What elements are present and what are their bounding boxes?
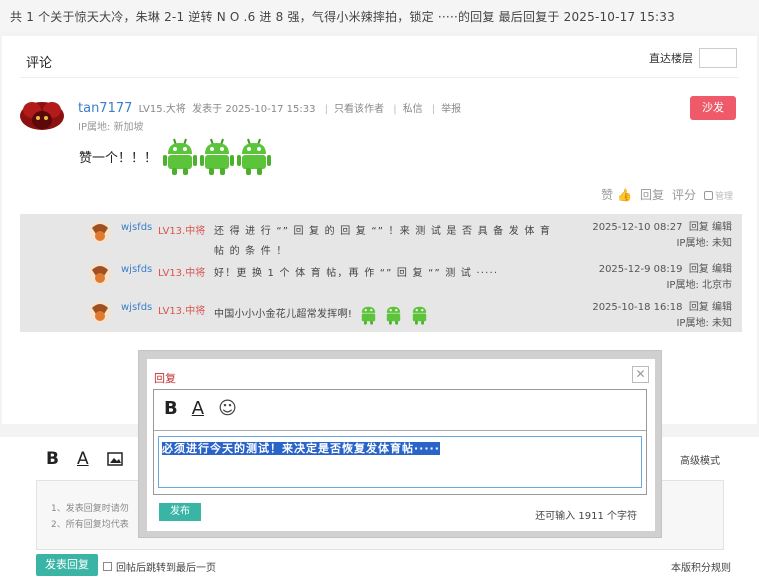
points-rules-link[interactable]: 本版积分规则 xyxy=(671,559,731,574)
reply-user[interactable]: wjsfds xyxy=(121,264,152,275)
poster-level: LV15.大将 xyxy=(138,104,186,115)
reply-level: LV13.中将 xyxy=(158,306,206,317)
reply-reply-link[interactable]: 回复 xyxy=(689,264,709,275)
reply-button[interactable]: 回复 xyxy=(640,186,664,203)
thread-summary: 共 1 个关于惊天大冷，朱琳 2-1 逆转 N O .6 进 8 强，气得小米辣… xyxy=(10,10,675,24)
private-message-link[interactable]: 私信 xyxy=(403,104,423,115)
reply-meta: 2025-10-18 16:18 回复 编辑 IP属地: 未知 xyxy=(592,300,732,332)
reply-avatar[interactable] xyxy=(86,220,114,244)
bold-icon[interactable]: B xyxy=(46,449,59,469)
thread-summary-bar: 共 1 个关于惊天大冷，朱琳 2-1 逆转 N O .6 进 8 强，气得小米辣… xyxy=(0,0,759,32)
reply-user[interactable]: wjsfds xyxy=(121,302,152,313)
rate-button[interactable]: 评分 xyxy=(672,186,696,203)
advanced-mode-link[interactable]: 高级模式 xyxy=(680,452,720,467)
floor-jump-label: 直达楼层 xyxy=(649,52,693,65)
android-emoji-icon xyxy=(200,138,235,175)
editor-toolbar: B A xyxy=(46,449,123,469)
avatar[interactable] xyxy=(18,96,66,132)
thumbs-up-icon: 👍 xyxy=(617,188,632,202)
reply-meta: 2025-12-9 08:19 回复 编辑 IP属地: 北京市 xyxy=(599,262,732,294)
reply-list: wjsfds LV13.中将 还 得 进 行 “” 回 复 的 回 复 “” ！… xyxy=(20,214,742,332)
submit-reply-button[interactable]: 发表回复 xyxy=(36,554,98,576)
only-author-link[interactable]: 只看该作者 xyxy=(334,104,384,115)
reply-ip: IP属地: 未知 xyxy=(676,318,732,329)
divider xyxy=(20,77,739,78)
dialog-toolbar: B A ☺ xyxy=(164,398,237,419)
smiley-icon[interactable]: ☺ xyxy=(218,398,237,419)
reply-avatar[interactable] xyxy=(86,262,114,286)
reply-time: 2025-10-18 16:18 xyxy=(592,302,683,313)
emoji-group xyxy=(163,136,272,176)
reply-avatar[interactable] xyxy=(86,300,114,324)
post-time: 发表于 2025-10-17 15:33 xyxy=(192,104,316,115)
reply-edit-link[interactable]: 编辑 xyxy=(712,302,732,313)
reply-reply-link[interactable]: 回复 xyxy=(689,222,709,233)
reply-dialog-body: 回复 ✕ B A ☺ 必须进行今天的测试！来决定是否恢复发体育帖····· 发布… xyxy=(147,359,655,531)
reply-reply-link[interactable]: 回复 xyxy=(689,302,709,313)
reply-edit-link[interactable]: 编辑 xyxy=(712,264,732,275)
dialog-title: 回复 xyxy=(154,372,176,385)
reply-user[interactable]: wjsfds xyxy=(121,222,152,233)
reply-time: 2025-12-9 08:19 xyxy=(598,264,683,275)
reply-ip: IP属地: 北京市 xyxy=(666,280,732,291)
comments-title: 评论 xyxy=(26,56,53,71)
reply-ip: IP属地: 未知 xyxy=(676,238,732,249)
android-emoji-icon xyxy=(361,306,375,325)
font-color-icon[interactable]: A xyxy=(192,398,204,419)
post-actions: 赞 👍 回复 评分 管理 xyxy=(601,186,733,203)
dialog-textarea[interactable]: 必须进行今天的测试！来决定是否恢复发体育帖····· xyxy=(158,436,642,488)
char-remaining: 还可输入 1911 个字符 xyxy=(535,511,637,522)
like-button[interactable]: 赞 👍 xyxy=(601,186,632,203)
android-emoji-icon xyxy=(163,138,198,175)
reply-text-content: 中国小小小金花儿超常发挥啊! xyxy=(214,309,353,320)
floor-jump: 直达楼层 xyxy=(649,48,737,68)
editor-tip: 1、发表回复时请勿 xyxy=(51,504,129,514)
android-emoji-icon xyxy=(412,306,426,325)
reply-text: 好！更 换 1 个 体 育 帖，再 作 “” 回 复 “” 测 试 ····· xyxy=(214,268,499,279)
dialog-submit-button[interactable]: 发布 xyxy=(159,503,201,521)
checkbox-icon xyxy=(103,562,112,571)
reply-text: 还 得 进 行 “” 回 复 的 回 复 “” ！来 测 试 是 否 具 备 发… xyxy=(214,226,552,257)
jump-last-checkbox[interactable]: 回帖后跳转到最后一页 xyxy=(103,559,216,574)
poster-ip: IP属地: 新加坡 xyxy=(78,122,144,133)
reply-text: 中国小小小金花儿超常发挥啊! xyxy=(214,302,554,326)
poster-name[interactable]: tan7177 xyxy=(78,101,132,116)
reply-time: 2025-12-10 08:27 xyxy=(592,222,683,233)
reply-level: LV13.中将 xyxy=(158,268,206,279)
font-color-icon[interactable]: A xyxy=(77,449,89,469)
manage-checkbox[interactable]: 管理 xyxy=(703,188,733,202)
dialog-text: 必须进行今天的测试！来决定是否恢复发体育帖····· xyxy=(162,442,440,455)
android-emoji-icon xyxy=(386,306,401,325)
dialog-editor: B A ☺ 必须进行今天的测试！来决定是否恢复发体育帖····· xyxy=(153,389,647,495)
image-icon[interactable] xyxy=(106,452,123,466)
poster-meta: tan7177 LV15.大将 发表于 2025-10-17 15:33 | 只看… xyxy=(78,101,462,116)
report-link[interactable]: 举报 xyxy=(441,104,461,115)
floor-badge: 沙发 xyxy=(690,96,736,120)
android-emoji-icon xyxy=(237,138,272,175)
close-icon[interactable]: ✕ xyxy=(632,366,649,383)
editor-tip: 2、所有回复均代表 xyxy=(51,520,129,530)
bold-icon[interactable]: B xyxy=(164,398,178,419)
post-text: 赞一个！！！ xyxy=(79,150,158,166)
reply-dialog: 回复 ✕ B A ☺ 必须进行今天的测试！来决定是否恢复发体育帖····· 发布… xyxy=(138,350,662,538)
reply-meta: 2025-12-10 08:27 回复 编辑 IP属地: 未知 xyxy=(592,220,732,252)
reply-level: LV13.中将 xyxy=(158,226,206,237)
reply-edit-link[interactable]: 编辑 xyxy=(712,222,732,233)
divider xyxy=(154,430,646,431)
post-body: 赞一个！！！ xyxy=(79,136,272,176)
floor-jump-input[interactable] xyxy=(699,48,737,68)
